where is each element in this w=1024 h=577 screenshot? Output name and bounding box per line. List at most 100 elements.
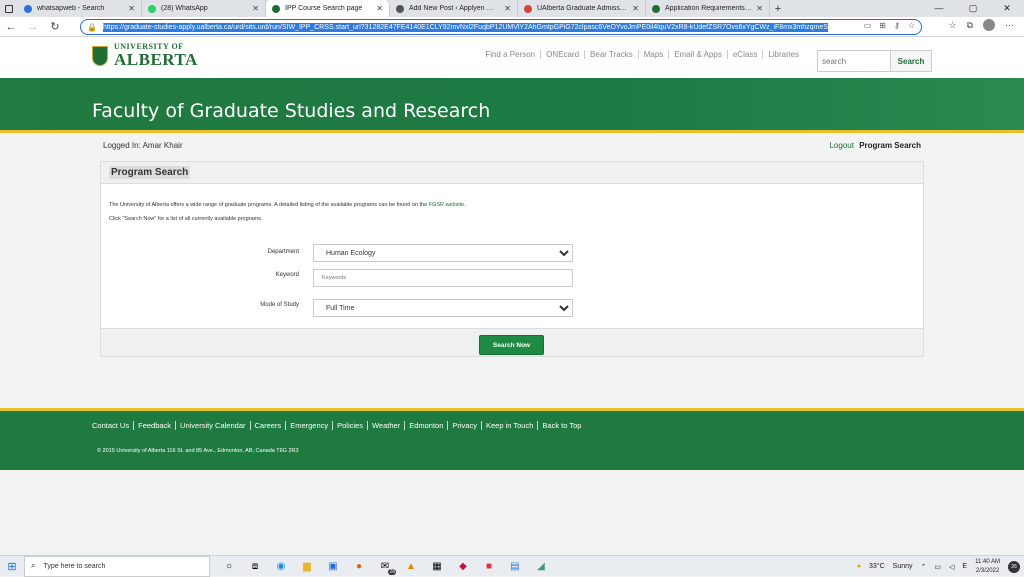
university-logo[interactable]: UNIVERSITY OF ALBERTA [92,43,198,68]
intro-text: The University of Alberta offers a wide … [109,198,466,226]
tab-title: (28) WhatsApp [161,5,208,12]
footer-link[interactable]: Edmonton [404,421,447,430]
tab-close-icon[interactable]: ✕ [632,4,639,13]
intro-line-2: Click "Search Now" for a list of all cur… [109,216,263,222]
footer-link[interactable]: University Calendar [175,421,249,430]
tab-close-icon[interactable]: ✕ [756,4,763,13]
favorite-star-icon[interactable]: ☆ [908,21,915,30]
vlc-icon[interactable]: ▲ [398,561,424,572]
taskbar-search[interactable]: ⌕ Type here to search [24,555,210,577]
minimize-icon[interactable]: — [922,0,956,17]
collections-icon[interactable]: ⧉ [967,20,973,31]
site-footer: Contact Us Feedback University Calendar Car… [0,408,1024,470]
taskbar-search-text: Type here to search [43,562,106,570]
back-icon[interactable]: ← [0,21,22,33]
tab-favicon-icon [396,4,404,13]
top-link[interactable]: Libraries [762,50,804,59]
favorites-icon[interactable]: ☆ [948,20,956,31]
language-indicator[interactable]: E [962,563,967,570]
search-now-button[interactable]: Search Now [479,335,544,355]
app-icon[interactable]: ◢ [528,561,554,572]
forward-icon[interactable]: → [22,21,44,33]
mode-of-study-row: Mode of Study Full Time [101,299,925,317]
fgsr-website-link[interactable]: FGSR website [429,202,464,208]
top-link[interactable]: ONEcard [540,50,584,59]
file-explorer-icon[interactable]: ▆ [294,561,320,572]
footer-link[interactable]: Contact Us [92,421,133,430]
current-page-label: Program Search [859,141,921,150]
mail-badge: 28 [388,568,396,575]
more-menu-icon[interactable]: ⋯ [1005,20,1014,31]
new-tab-button[interactable]: + [770,3,786,15]
weather-desc[interactable]: Sunny [893,563,913,570]
store-icon[interactable]: ▣ [320,561,346,572]
browser-tab[interactable]: Application Requirements for Ac✕ [646,0,770,17]
edge-icon[interactable]: ◉ [268,561,294,572]
weather-temp[interactable]: 33°C [869,563,885,570]
page-title: Faculty of Graduate Studies and Research [92,100,491,122]
key-icon[interactable]: ⚷ [894,21,900,30]
apps-icon[interactable]: ⊞ [879,21,886,30]
tab-close-icon[interactable]: ✕ [504,4,511,13]
notification-icon[interactable]: 26 [1008,560,1020,573]
footer-link[interactable]: Back to Top [537,421,585,430]
system-tray: ● 33°C Sunny ⌃ ▭ ◁ E 11:40 AM 2/3/2022 2… [857,556,1020,577]
footer-link[interactable]: Feedback [133,421,175,430]
site-search-button[interactable]: Search [891,50,932,72]
reload-icon[interactable]: ↻ [44,20,66,33]
footer-link[interactable]: Careers [249,421,286,430]
acrobat-icon[interactable]: ◆ [450,561,476,572]
screen-recorder-icon[interactable]: ■ [476,561,502,572]
footer-link[interactable]: Privacy [447,421,481,430]
date-text: 2/3/2022 [975,567,1000,574]
keyword-input[interactable] [313,269,573,287]
footer-link[interactable]: Weather [366,421,404,430]
profile-avatar[interactable] [983,19,995,31]
tray-chevron-icon[interactable]: ⌃ [921,563,927,571]
reader-icon[interactable]: ▭ [864,21,872,30]
time-text: 11:40 AM [975,558,1000,565]
footer-links: Contact Us Feedback University Calendar Car… [92,421,585,430]
tab-close-icon[interactable]: ✕ [376,4,383,13]
top-link[interactable]: Bear Tracks [584,50,638,59]
firefox-icon[interactable]: ● [346,561,372,572]
volume-icon[interactable]: ◁ [949,563,954,571]
window-controls: — ▢ ✕ [922,0,1024,17]
department-select[interactable]: Human Ecology [313,244,573,262]
browser-tab-bar: whatsapweb - Search ✕ (28) WhatsApp ✕ IPP Co… [0,0,1024,17]
maximize-icon[interactable]: ▢ [956,0,990,17]
browser-tab[interactable]: UAlberta Graduate Admissions A ✕ [518,0,646,17]
clock[interactable]: 11:40 AM 2/3/2022 [975,558,1000,576]
top-link[interactable]: Email & Apps [668,50,727,59]
cortana-icon[interactable]: ○ [216,561,242,572]
browser-tab[interactable]: whatsapweb - Search ✕ [18,0,142,17]
url-text[interactable]: https://graduate-studies-apply.ualberta.… [102,22,828,32]
site-search-input[interactable] [817,50,891,72]
top-link[interactable]: Find a Person [480,50,540,59]
lock-icon[interactable]: 🔒 [87,23,97,32]
mail-icon[interactable]: ✉ 28 [372,561,398,575]
calculator-icon[interactable]: ▦ [424,561,450,572]
tab-close-icon[interactable]: ✕ [128,4,135,13]
close-window-icon[interactable]: ✕ [990,0,1024,17]
tab-actions-icon[interactable] [0,0,18,17]
task-view-icon[interactable]: ⧈ [242,561,268,572]
weather-icon[interactable]: ● [857,563,861,570]
address-field[interactable]: 🔒 https://graduate-studies-apply.ualbert… [80,19,922,35]
tab-title: IPP Course Search page [285,5,363,12]
tab-close-icon[interactable]: ✕ [252,4,259,13]
footer-link[interactable]: Emergency [285,421,332,430]
browser-tab[interactable]: IPP Course Search page ✕ [266,0,390,17]
logout-link[interactable]: Logout [829,141,853,150]
footer-link[interactable]: Policies [332,421,367,430]
faculty-banner: Faculty of Graduate Studies and Research [0,78,1024,133]
mode-of-study-select[interactable]: Full Time [313,299,573,317]
top-link[interactable]: eClass [726,50,762,59]
network-icon[interactable]: ▭ [934,563,941,571]
windows-start-icon[interactable]: ⊞ [0,560,24,573]
photos-icon[interactable]: ▤ [502,561,528,572]
browser-tab[interactable]: Add New Post ‹ Applyen — Wor ✕ [390,0,518,17]
browser-tab[interactable]: (28) WhatsApp ✕ [142,0,266,17]
footer-link[interactable]: Keep in Touch [480,421,537,430]
top-link[interactable]: Maps [637,50,669,59]
